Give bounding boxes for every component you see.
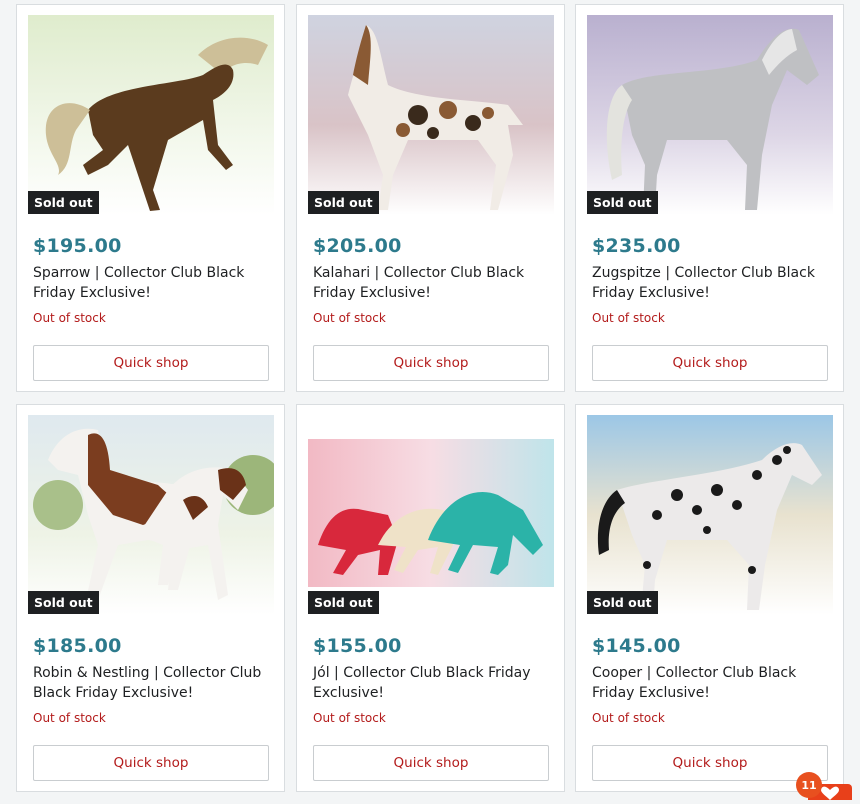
- product-price: $155.00: [313, 635, 402, 657]
- product-card[interactable]: Sold out $235.00 Zugspitze | Collector C…: [575, 4, 844, 392]
- product-card[interactable]: Sold out $195.00 Sparrow | Collector Clu…: [16, 4, 285, 392]
- stock-status: Out of stock: [592, 711, 665, 725]
- sold-out-badge: Sold out: [587, 191, 658, 214]
- product-price: $145.00: [592, 635, 681, 657]
- product-grid: Sold out $195.00 Sparrow | Collector Clu…: [0, 0, 860, 800]
- product-title[interactable]: Jól | Collector Club Black Friday Exclus…: [313, 663, 553, 703]
- quick-shop-button[interactable]: Quick shop: [592, 345, 828, 381]
- product-card[interactable]: Sold out $145.00 Cooper | Collector Club…: [575, 404, 844, 792]
- horse-image: [587, 415, 833, 615]
- notification-count-badge[interactable]: 11: [796, 772, 822, 798]
- horse-image: [308, 15, 554, 215]
- quick-shop-button[interactable]: Quick shop: [33, 745, 269, 781]
- product-price: $205.00: [313, 235, 402, 257]
- stock-status: Out of stock: [313, 311, 386, 325]
- horse-image: [308, 415, 554, 615]
- product-price: $235.00: [592, 235, 681, 257]
- sold-out-badge: Sold out: [308, 191, 379, 214]
- product-image[interactable]: [308, 415, 554, 615]
- product-title[interactable]: Kalahari | Collector Club Black Friday E…: [313, 263, 553, 303]
- stock-status: Out of stock: [313, 711, 386, 725]
- product-image[interactable]: [587, 15, 833, 215]
- sold-out-badge: Sold out: [28, 591, 99, 614]
- horse-image: [28, 415, 274, 615]
- product-card[interactable]: Sold out $185.00 Robin & Nestling | Coll…: [16, 404, 285, 792]
- stock-status: Out of stock: [33, 711, 106, 725]
- product-image[interactable]: [587, 415, 833, 615]
- product-title[interactable]: Robin & Nestling | Collector Club Black …: [33, 663, 273, 703]
- sold-out-badge: Sold out: [587, 591, 658, 614]
- product-price: $195.00: [33, 235, 122, 257]
- stock-status: Out of stock: [33, 311, 106, 325]
- product-price: $185.00: [33, 635, 122, 657]
- product-title[interactable]: Sparrow | Collector Club Black Friday Ex…: [33, 263, 273, 303]
- product-card[interactable]: Sold out $205.00 Kalahari | Collector Cl…: [296, 4, 565, 392]
- product-card[interactable]: Sold out $155.00 Jól | Collector Club Bl…: [296, 404, 565, 792]
- horse-image: [28, 15, 274, 215]
- quick-shop-button[interactable]: Quick shop: [313, 745, 549, 781]
- quick-shop-button[interactable]: Quick shop: [592, 745, 828, 781]
- stock-status: Out of stock: [592, 311, 665, 325]
- quick-shop-button[interactable]: Quick shop: [313, 345, 549, 381]
- product-title[interactable]: Zugspitze | Collector Club Black Friday …: [592, 263, 832, 303]
- horse-image: [587, 15, 833, 215]
- sold-out-badge: Sold out: [28, 191, 99, 214]
- product-title[interactable]: Cooper | Collector Club Black Friday Exc…: [592, 663, 832, 703]
- product-image[interactable]: [28, 415, 274, 615]
- product-image[interactable]: [28, 15, 274, 215]
- sold-out-badge: Sold out: [308, 591, 379, 614]
- product-image[interactable]: [308, 15, 554, 215]
- quick-shop-button[interactable]: Quick shop: [33, 345, 269, 381]
